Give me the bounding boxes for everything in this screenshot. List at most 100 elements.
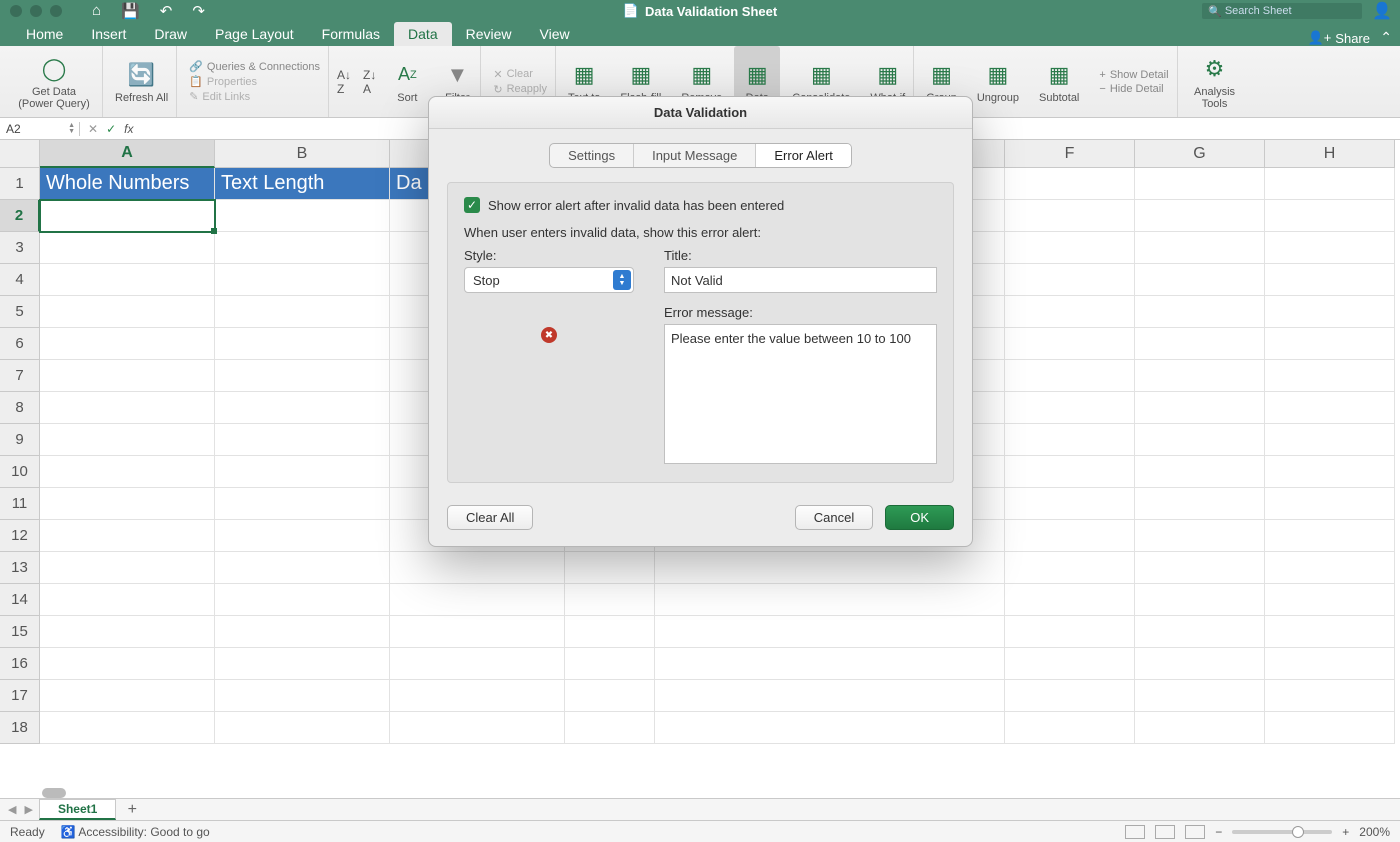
cell[interactable]: [215, 584, 390, 616]
col-header-b[interactable]: B: [215, 140, 390, 168]
dialog-tab-settings[interactable]: Settings: [550, 144, 634, 167]
show-alert-checkbox[interactable]: ✓: [464, 197, 480, 213]
share-button[interactable]: 👤+ Share: [1308, 30, 1370, 46]
cell[interactable]: [1135, 584, 1265, 616]
row-header[interactable]: 5: [0, 296, 40, 328]
cell[interactable]: [40, 456, 215, 488]
cell[interactable]: [215, 552, 390, 584]
ungroup-button[interactable]: ▦Ungroup: [969, 46, 1027, 117]
style-select[interactable]: Stop ▲▼: [464, 267, 634, 293]
cell[interactable]: [215, 424, 390, 456]
cell[interactable]: [40, 424, 215, 456]
cell[interactable]: [40, 200, 215, 232]
user-icon[interactable]: 👤: [1372, 1, 1392, 21]
cell[interactable]: [1135, 424, 1265, 456]
cell[interactable]: [1135, 200, 1265, 232]
horizontal-scrollbar[interactable]: [42, 788, 66, 798]
cell[interactable]: [40, 520, 215, 552]
cell[interactable]: [1005, 648, 1135, 680]
cell[interactable]: [390, 680, 565, 712]
cell[interactable]: [655, 712, 1005, 744]
row-header[interactable]: 4: [0, 264, 40, 296]
tab-home[interactable]: Home: [12, 22, 77, 46]
cell[interactable]: [1265, 328, 1395, 360]
prev-sheet-icon[interactable]: ◀: [8, 803, 16, 816]
cell[interactable]: [1005, 712, 1135, 744]
row-header[interactable]: 14: [0, 584, 40, 616]
tab-draw[interactable]: Draw: [140, 22, 201, 46]
col-header-f[interactable]: F: [1005, 140, 1135, 168]
tab-view[interactable]: View: [526, 22, 584, 46]
zoom-in-icon[interactable]: +: [1342, 825, 1349, 839]
redo-icon[interactable]: ↷: [192, 2, 205, 20]
tab-insert[interactable]: Insert: [77, 22, 140, 46]
window-controls[interactable]: [0, 5, 72, 17]
cell[interactable]: [1265, 488, 1395, 520]
cell[interactable]: [40, 680, 215, 712]
cell[interactable]: [565, 616, 655, 648]
cell[interactable]: [1265, 200, 1395, 232]
cell[interactable]: Whole Numbers: [40, 168, 215, 200]
get-data-button[interactable]: ◯ Get Data (Power Query): [6, 46, 103, 117]
cell[interactable]: [1265, 424, 1395, 456]
cell[interactable]: [1005, 232, 1135, 264]
cell[interactable]: [215, 712, 390, 744]
row-header[interactable]: 13: [0, 552, 40, 584]
search-sheet-input[interactable]: 🔍 Search Sheet: [1202, 3, 1362, 19]
cell[interactable]: [40, 232, 215, 264]
error-message-textarea[interactable]: Please enter the value between 10 to 100: [664, 324, 937, 464]
home-icon[interactable]: ⌂: [92, 2, 101, 20]
next-sheet-icon[interactable]: ▶: [24, 803, 32, 816]
cell[interactable]: [215, 296, 390, 328]
zoom-level[interactable]: 200%: [1359, 825, 1390, 839]
cell[interactable]: [390, 648, 565, 680]
cell[interactable]: [1135, 488, 1265, 520]
view-page-break-icon[interactable]: [1185, 825, 1205, 839]
cancel-formula-icon[interactable]: ✕: [88, 122, 98, 136]
cell[interactable]: [215, 392, 390, 424]
ok-button[interactable]: OK: [885, 505, 954, 530]
clear-all-button[interactable]: Clear All: [447, 505, 533, 530]
cell[interactable]: [1135, 264, 1265, 296]
cell[interactable]: [215, 456, 390, 488]
cell[interactable]: [1135, 648, 1265, 680]
show-detail-button[interactable]: +Show Detail: [1099, 69, 1168, 81]
cell[interactable]: [1005, 552, 1135, 584]
zoom-slider[interactable]: [1232, 830, 1332, 834]
cell[interactable]: [40, 328, 215, 360]
cell[interactable]: [1135, 296, 1265, 328]
tab-data[interactable]: Data: [394, 22, 452, 46]
cell[interactable]: [215, 488, 390, 520]
tab-page-layout[interactable]: Page Layout: [201, 22, 308, 46]
cell[interactable]: [1005, 584, 1135, 616]
cell[interactable]: [1265, 456, 1395, 488]
cell[interactable]: [1005, 264, 1135, 296]
collapse-ribbon-icon[interactable]: ⌃: [1380, 29, 1392, 46]
row-header[interactable]: 3: [0, 232, 40, 264]
cell[interactable]: [40, 488, 215, 520]
cell[interactable]: [565, 552, 655, 584]
sort-button[interactable]: AZ Sort: [384, 46, 430, 117]
cell[interactable]: [1135, 168, 1265, 200]
cell[interactable]: [215, 232, 390, 264]
cell[interactable]: [1265, 168, 1395, 200]
col-header-g[interactable]: G: [1135, 140, 1265, 168]
cell[interactable]: [1005, 392, 1135, 424]
cell[interactable]: [1005, 520, 1135, 552]
row-header[interactable]: 10: [0, 456, 40, 488]
accessibility-status[interactable]: ♿ Accessibility: Good to go: [61, 825, 210, 839]
subtotal-button[interactable]: ▦Subtotal: [1031, 46, 1087, 117]
cell[interactable]: [1135, 616, 1265, 648]
cell[interactable]: [40, 296, 215, 328]
cell[interactable]: [1005, 616, 1135, 648]
refresh-all-button[interactable]: 🔄 Refresh All: [107, 46, 177, 117]
cell[interactable]: [1135, 712, 1265, 744]
cell[interactable]: [565, 680, 655, 712]
queries-connections-button[interactable]: 🔗Queries & Connections: [189, 60, 320, 73]
cell[interactable]: [1265, 680, 1395, 712]
cell[interactable]: [390, 616, 565, 648]
title-input[interactable]: Not Valid: [664, 267, 937, 293]
cell[interactable]: [1135, 680, 1265, 712]
cell[interactable]: [1135, 328, 1265, 360]
zoom-out-icon[interactable]: −: [1215, 825, 1222, 839]
